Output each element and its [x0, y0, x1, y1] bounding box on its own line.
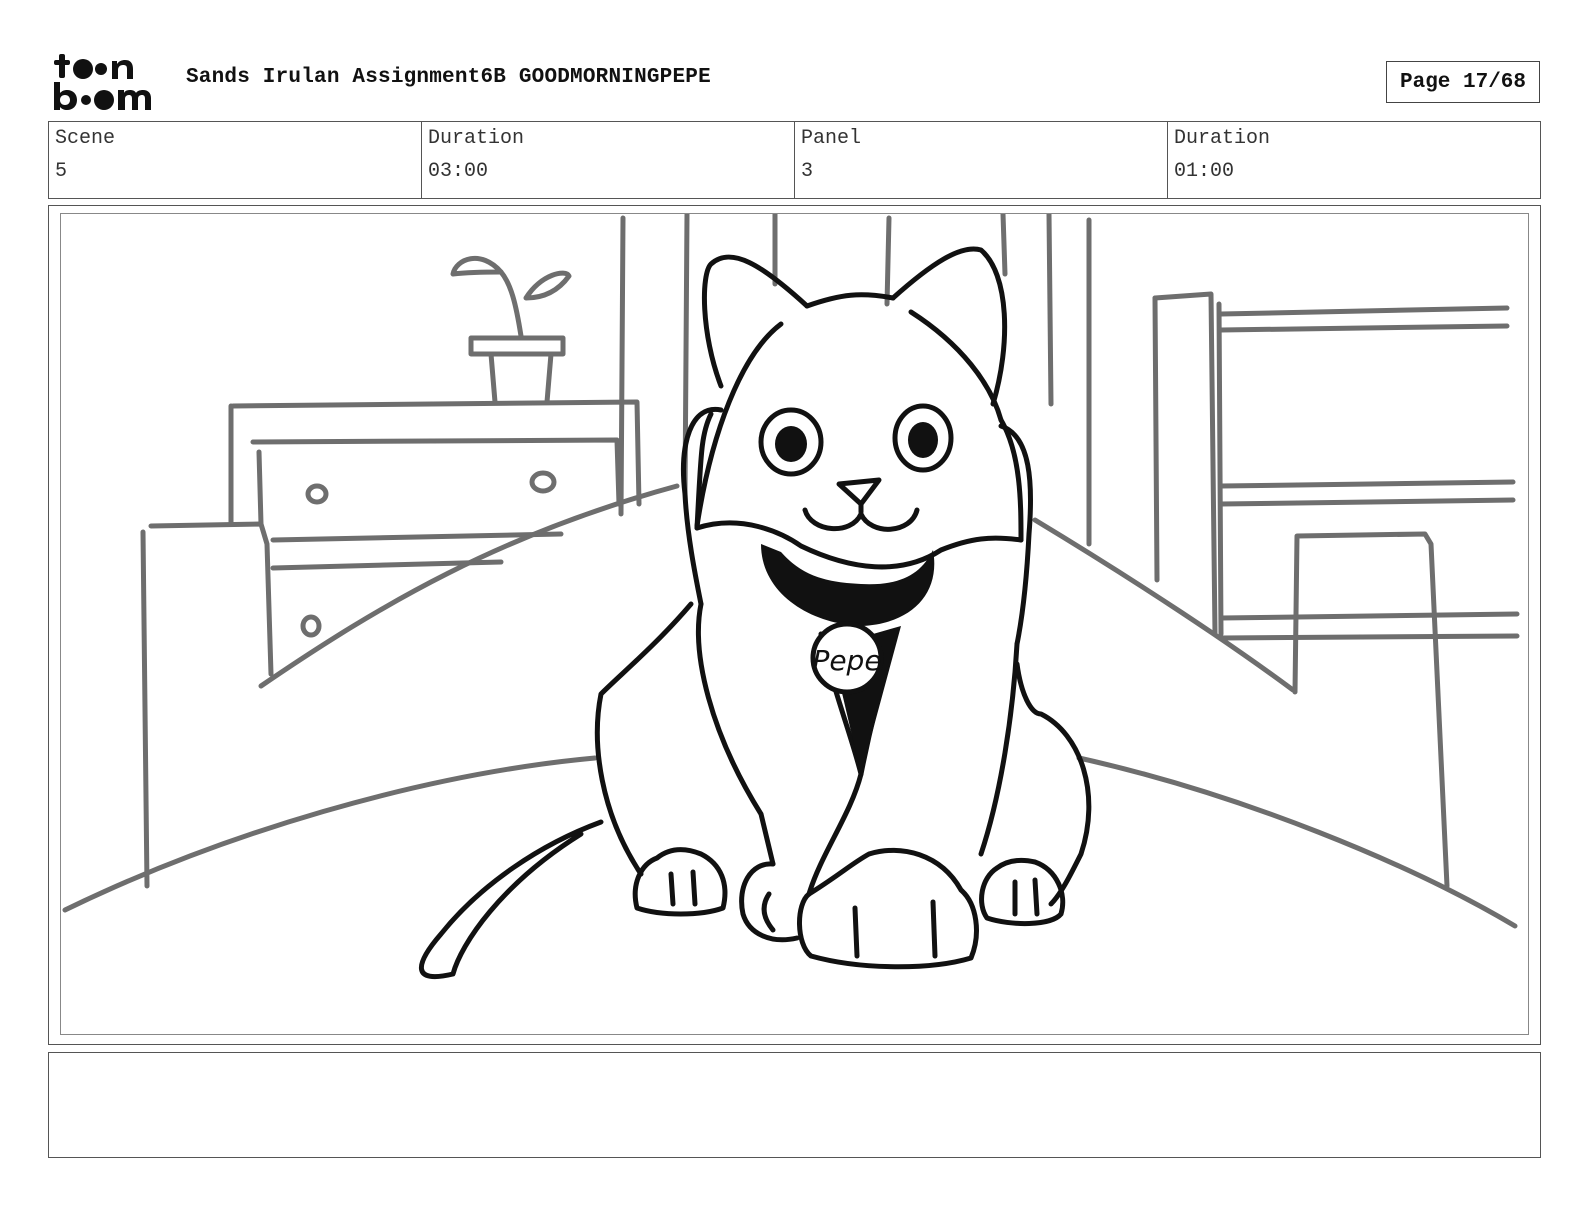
collar-tag-text: Pepe: [812, 644, 881, 677]
scene-cell: Scene 5: [49, 122, 422, 198]
page-indicator: Page 17/68: [1386, 61, 1540, 103]
collar-tag: Pepe: [810, 621, 884, 695]
scene-info-table: Scene 5 Duration 03:00 Panel 3 Duration …: [48, 121, 1541, 199]
panel-value: 3: [801, 160, 814, 183]
cat-drawing: [418, 246, 1092, 980]
panel-duration-label: Duration: [1174, 127, 1271, 150]
toonboom-logo: [54, 54, 151, 110]
panel-duration-cell: Duration 01:00: [1168, 122, 1540, 198]
panel-cell: Panel 3: [795, 122, 1168, 198]
document-title: Sands Irulan Assignment6B GOODMORNINGPEP…: [186, 66, 711, 89]
storyboard-panel-frame: Pepe: [48, 205, 1541, 1045]
panel-duration-value: 01:00: [1174, 160, 1235, 183]
panel-notes-box[interactable]: [48, 1052, 1541, 1158]
scene-duration-cell: Duration 03:00: [422, 122, 795, 198]
cat-sketch: Pepe: [62, 214, 1520, 980]
scene-duration-value: 03:00: [428, 160, 489, 183]
scene-label: Scene: [55, 127, 116, 150]
scene-duration-label: Duration: [428, 127, 525, 150]
panel-label: Panel: [801, 127, 862, 150]
storyboard-panel-drawing: Pepe: [60, 213, 1529, 1035]
scene-value: 5: [55, 160, 68, 183]
